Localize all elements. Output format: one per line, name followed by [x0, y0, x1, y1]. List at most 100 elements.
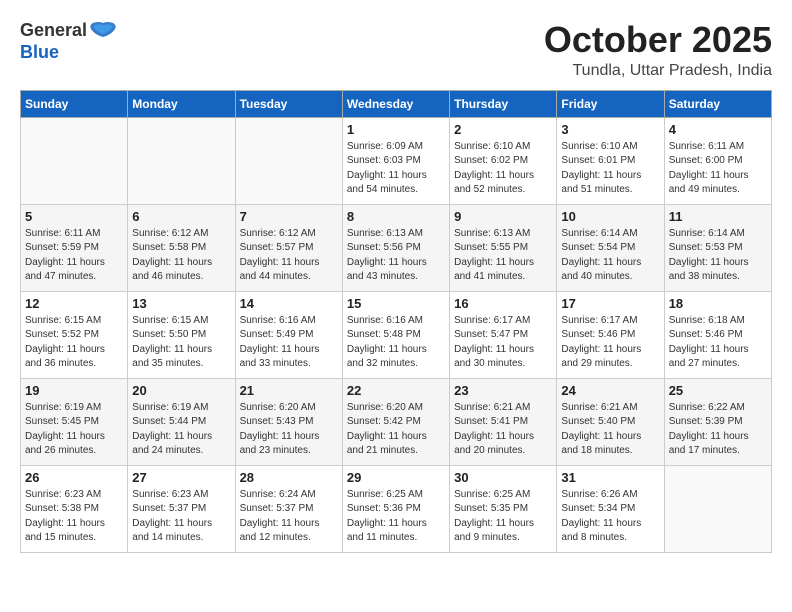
day-number: 28: [240, 470, 338, 485]
day-number: 21: [240, 383, 338, 398]
day-number: 7: [240, 209, 338, 224]
day-number: 22: [347, 383, 445, 398]
day-info: Sunrise: 6:21 AM Sunset: 5:40 PM Dayligh…: [561, 401, 659, 459]
day-number: 9: [454, 209, 552, 224]
calendar-week-row: 5 Sunrise: 6:11 AM Sunset: 5:59 PM Daylig…: [21, 204, 772, 291]
calendar-cell: 15 Sunrise: 6:16 AM Sunset: 5:48 PM Dayli…: [342, 291, 449, 378]
day-number: 27: [132, 470, 230, 485]
day-info: Sunrise: 6:11 AM Sunset: 5:59 PM Dayligh…: [25, 227, 123, 285]
day-info: Sunrise: 6:12 AM Sunset: 5:58 PM Dayligh…: [132, 227, 230, 285]
calendar-cell: 22 Sunrise: 6:20 AM Sunset: 5:42 PM Dayli…: [342, 378, 449, 465]
day-info: Sunrise: 6:17 AM Sunset: 5:46 PM Dayligh…: [561, 314, 659, 372]
calendar-cell: 8 Sunrise: 6:13 AM Sunset: 5:56 PM Daylig…: [342, 204, 449, 291]
calendar-cell: 28 Sunrise: 6:24 AM Sunset: 5:37 PM Dayli…: [235, 465, 342, 552]
day-number: 5: [25, 209, 123, 224]
logo-blue-line: Blue: [20, 43, 59, 61]
header-friday: Friday: [557, 90, 664, 117]
calendar-cell: 14Sunrise: 6:16 AM Sunset: 5:49 PM Dayli…: [235, 291, 342, 378]
title-block: October 2025 Tundla, Uttar Pradesh, Indi…: [544, 20, 772, 80]
calendar-cell: [235, 117, 342, 204]
day-number: 1: [347, 122, 445, 137]
day-info: Sunrise: 6:11 AM Sunset: 6:00 PM Dayligh…: [669, 140, 767, 198]
day-info: Sunrise: 6:12 AM Sunset: 5:57 PM Dayligh…: [240, 227, 338, 285]
day-number: 4: [669, 122, 767, 137]
logo-text: General: [20, 20, 117, 43]
calendar-cell: 4 Sunrise: 6:11 AM Sunset: 6:00 PM Daylig…: [664, 117, 771, 204]
month-title: October 2025: [544, 20, 772, 60]
day-info: Sunrise: 6:19 AM Sunset: 5:44 PM Dayligh…: [132, 401, 230, 459]
day-number: 10: [561, 209, 659, 224]
day-number: 24: [561, 383, 659, 398]
day-number: 16: [454, 296, 552, 311]
calendar-cell: [128, 117, 235, 204]
day-info: Sunrise: 6:16 AM Sunset: 5:49 PM Dayligh…: [240, 314, 338, 372]
day-info: Sunrise: 6:25 AM Sunset: 5:35 PM Dayligh…: [454, 488, 552, 546]
calendar-cell: 16Sunrise: 6:17 AM Sunset: 5:47 PM Dayli…: [450, 291, 557, 378]
day-info: Sunrise: 6:25 AM Sunset: 5:36 PM Dayligh…: [347, 488, 445, 546]
day-number: 25: [669, 383, 767, 398]
day-info: Sunrise: 6:20 AM Sunset: 5:42 PM Dayligh…: [347, 401, 445, 459]
calendar-cell: 10 Sunrise: 6:14 AM Sunset: 5:54 PM Dayli…: [557, 204, 664, 291]
day-number: 31: [561, 470, 659, 485]
day-number: 17: [561, 296, 659, 311]
calendar-cell: 26 Sunrise: 6:23 AM Sunset: 5:38 PM Dayli…: [21, 465, 128, 552]
day-info: Sunrise: 6:13 AM Sunset: 5:56 PM Dayligh…: [347, 227, 445, 285]
day-number: 11: [669, 209, 767, 224]
day-number: 19: [25, 383, 123, 398]
day-info: Sunrise: 6:23 AM Sunset: 5:37 PM Dayligh…: [132, 488, 230, 546]
calendar-cell: 18 Sunrise: 6:18 AM Sunset: 5:46 PM Dayli…: [664, 291, 771, 378]
calendar-week-row: 1 Sunrise: 6:09 AM Sunset: 6:03 PM Daylig…: [21, 117, 772, 204]
calendar-cell: 1 Sunrise: 6:09 AM Sunset: 6:03 PM Daylig…: [342, 117, 449, 204]
calendar-cell: 23Sunrise: 6:21 AM Sunset: 5:41 PM Dayli…: [450, 378, 557, 465]
location-title: Tundla, Uttar Pradesh, India: [544, 62, 772, 80]
header-wednesday: Wednesday: [342, 90, 449, 117]
page-header: General Blue October 2025 Tundla, Uttar …: [20, 20, 772, 80]
day-number: 15: [347, 296, 445, 311]
calendar-cell: 11 Sunrise: 6:14 AM Sunset: 5:53 PM Dayli…: [664, 204, 771, 291]
logo: General Blue: [20, 20, 117, 61]
calendar-table: SundayMondayTuesdayWednesdayThursdayFrid…: [20, 90, 772, 553]
day-number: 18: [669, 296, 767, 311]
day-info: Sunrise: 6:24 AM Sunset: 5:37 PM Dayligh…: [240, 488, 338, 546]
day-info: Sunrise: 6:15 AM Sunset: 5:52 PM Dayligh…: [25, 314, 123, 372]
day-info: Sunrise: 6:16 AM Sunset: 5:48 PM Dayligh…: [347, 314, 445, 372]
calendar-cell: [21, 117, 128, 204]
day-info: Sunrise: 6:26 AM Sunset: 5:34 PM Dayligh…: [561, 488, 659, 546]
header-thursday: Thursday: [450, 90, 557, 117]
day-number: 8: [347, 209, 445, 224]
calendar-cell: 5 Sunrise: 6:11 AM Sunset: 5:59 PM Daylig…: [21, 204, 128, 291]
day-info: Sunrise: 6:19 AM Sunset: 5:45 PM Dayligh…: [25, 401, 123, 459]
calendar-week-row: 19 Sunrise: 6:19 AM Sunset: 5:45 PM Dayli…: [21, 378, 772, 465]
day-info: Sunrise: 6:15 AM Sunset: 5:50 PM Dayligh…: [132, 314, 230, 372]
day-info: Sunrise: 6:10 AM Sunset: 6:02 PM Dayligh…: [454, 140, 552, 198]
calendar-cell: 17 Sunrise: 6:17 AM Sunset: 5:46 PM Dayli…: [557, 291, 664, 378]
day-info: Sunrise: 6:18 AM Sunset: 5:46 PM Dayligh…: [669, 314, 767, 372]
calendar-cell: 27 Sunrise: 6:23 AM Sunset: 5:37 PM Dayli…: [128, 465, 235, 552]
calendar-cell: 12 Sunrise: 6:15 AM Sunset: 5:52 PM Dayli…: [21, 291, 128, 378]
calendar-cell: 20Sunrise: 6:19 AM Sunset: 5:44 PM Dayli…: [128, 378, 235, 465]
calendar-week-row: 26 Sunrise: 6:23 AM Sunset: 5:38 PM Dayli…: [21, 465, 772, 552]
calendar-cell: 2Sunrise: 6:10 AM Sunset: 6:02 PM Daylig…: [450, 117, 557, 204]
calendar-cell: 3Sunrise: 6:10 AM Sunset: 6:01 PM Daylig…: [557, 117, 664, 204]
calendar-cell: 7 Sunrise: 6:12 AM Sunset: 5:57 PM Daylig…: [235, 204, 342, 291]
header-tuesday: Tuesday: [235, 90, 342, 117]
day-info: Sunrise: 6:21 AM Sunset: 5:41 PM Dayligh…: [454, 401, 552, 459]
day-info: Sunrise: 6:09 AM Sunset: 6:03 PM Dayligh…: [347, 140, 445, 198]
day-info: Sunrise: 6:14 AM Sunset: 5:53 PM Dayligh…: [669, 227, 767, 285]
day-info: Sunrise: 6:23 AM Sunset: 5:38 PM Dayligh…: [25, 488, 123, 546]
calendar-cell: 31 Sunrise: 6:26 AM Sunset: 5:34 PM Dayli…: [557, 465, 664, 552]
logo-general: General: [20, 20, 87, 40]
day-info: Sunrise: 6:13 AM Sunset: 5:55 PM Dayligh…: [454, 227, 552, 285]
day-info: Sunrise: 6:14 AM Sunset: 5:54 PM Dayligh…: [561, 227, 659, 285]
header-sunday: Sunday: [21, 90, 128, 117]
day-number: 6: [132, 209, 230, 224]
day-number: 26: [25, 470, 123, 485]
day-number: 13: [132, 296, 230, 311]
day-number: 30: [454, 470, 552, 485]
header-saturday: Saturday: [664, 90, 771, 117]
day-number: 12: [25, 296, 123, 311]
day-info: Sunrise: 6:20 AM Sunset: 5:43 PM Dayligh…: [240, 401, 338, 459]
day-number: 29: [347, 470, 445, 485]
calendar-week-row: 12 Sunrise: 6:15 AM Sunset: 5:52 PM Dayli…: [21, 291, 772, 378]
header-monday: Monday: [128, 90, 235, 117]
